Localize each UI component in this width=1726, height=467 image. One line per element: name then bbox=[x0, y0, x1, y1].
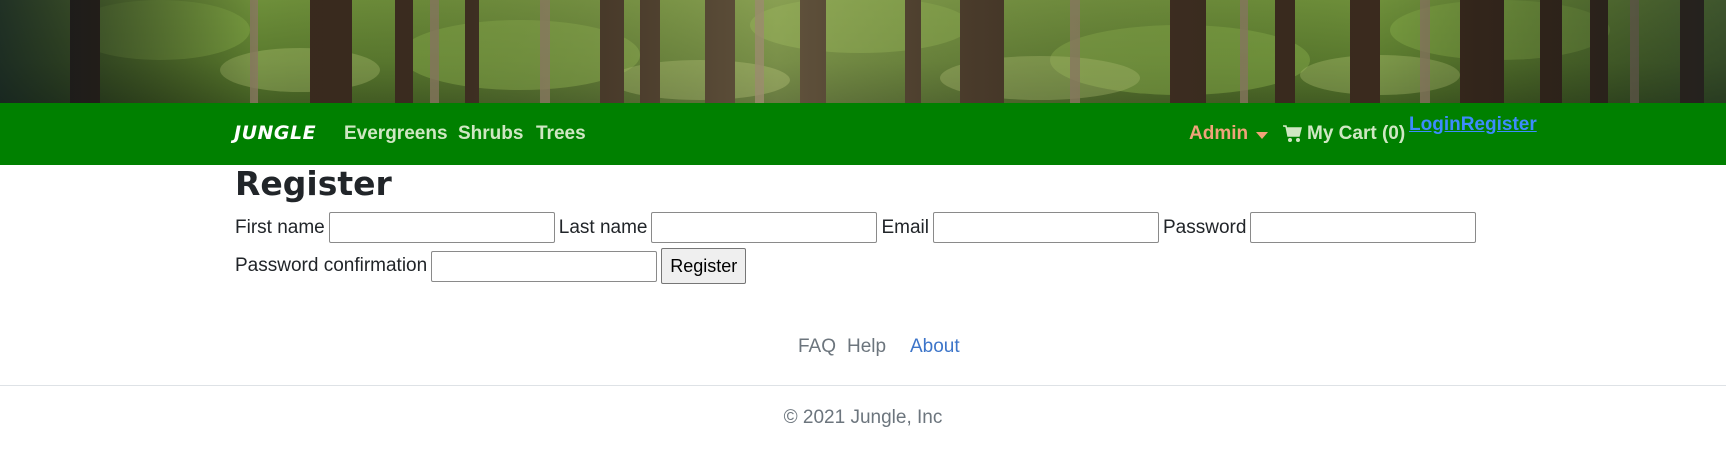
page-title: Register bbox=[235, 164, 392, 203]
last-name-input[interactable] bbox=[651, 212, 878, 243]
footer-link-about[interactable]: About bbox=[910, 336, 960, 358]
password-input[interactable] bbox=[1250, 212, 1477, 243]
nav-link-shrubs[interactable]: Shrubs bbox=[458, 123, 523, 145]
header-banner-image bbox=[0, 0, 1726, 103]
footer-link-faq[interactable]: FAQ bbox=[798, 336, 836, 358]
password-confirmation-input[interactable] bbox=[431, 250, 658, 282]
admin-dropdown-toggle[interactable]: Admin bbox=[1189, 123, 1248, 145]
register-submit-button[interactable]: Register bbox=[661, 248, 747, 284]
email-label: Email bbox=[881, 216, 929, 238]
nav-link-trees[interactable]: Trees bbox=[536, 123, 586, 145]
caret-down-icon bbox=[1256, 132, 1268, 139]
auth-links: LoginRegister bbox=[1409, 114, 1537, 136]
brand-logo-link[interactable]: JUNGLE bbox=[234, 122, 316, 144]
form-row-1: First name Last name Email Password bbox=[235, 212, 1480, 243]
email-input[interactable] bbox=[933, 212, 1159, 243]
form-row-2: Password confirmation Register bbox=[235, 248, 747, 284]
first-name-input[interactable] bbox=[328, 212, 555, 243]
login-link[interactable]: Login bbox=[1409, 114, 1461, 135]
copyright-text: © 2021 Jungle, Inc bbox=[783, 407, 943, 428]
forest-banner-graphic bbox=[0, 0, 1726, 103]
password-label: Password bbox=[1163, 216, 1247, 238]
nav-link-evergreens[interactable]: Evergreens bbox=[344, 123, 448, 145]
cart-label: My Cart (0) bbox=[1307, 123, 1406, 144]
my-cart-link[interactable]: My Cart (0) bbox=[1283, 123, 1405, 145]
register-link[interactable]: Register bbox=[1461, 114, 1537, 135]
footer-divider bbox=[0, 385, 1726, 386]
shopping-cart-icon bbox=[1283, 125, 1302, 142]
main-navbar: JUNGLE Evergreens Shrubs Trees Admin My … bbox=[0, 103, 1726, 165]
last-name-label: Last name bbox=[558, 216, 648, 238]
first-name-label: First name bbox=[235, 216, 325, 238]
footer-link-help[interactable]: Help bbox=[847, 336, 886, 358]
password-confirmation-label: Password confirmation bbox=[235, 255, 428, 276]
